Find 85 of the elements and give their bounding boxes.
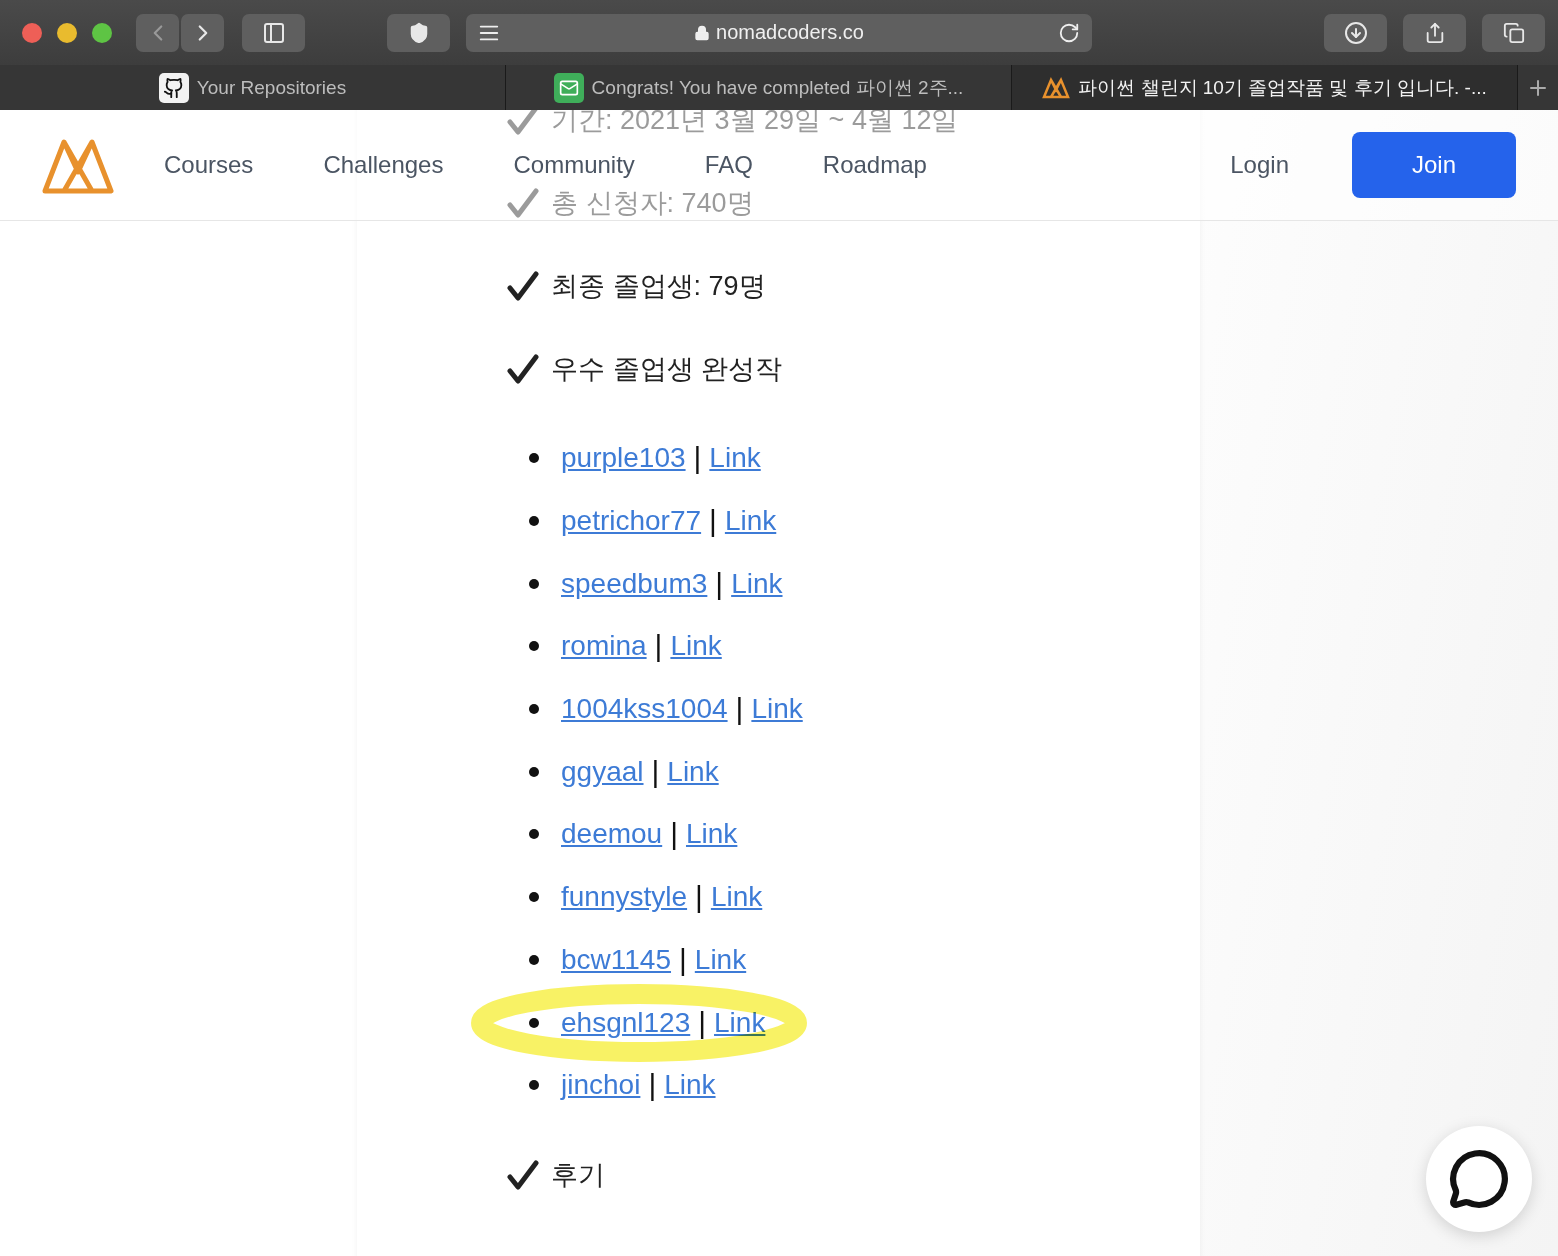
- separator-text: |: [698, 1005, 707, 1040]
- close-dot[interactable]: [22, 22, 42, 43]
- user-link[interactable]: purple103: [561, 442, 686, 475]
- check-icon: [507, 354, 539, 384]
- nav-link[interactable]: Roadmap: [822, 151, 927, 179]
- user-link[interactable]: 1004kss1004: [561, 693, 728, 726]
- chat-icon: [1448, 1148, 1510, 1210]
- project-link[interactable]: Link: [709, 442, 761, 475]
- tabs-icon: [1502, 21, 1525, 44]
- user-link[interactable]: romina: [561, 630, 647, 663]
- url-text: nomadcoders.co: [716, 21, 864, 44]
- user-link[interactable]: deemou: [561, 818, 663, 851]
- nav-link[interactable]: FAQ: [704, 151, 753, 179]
- separator-text: |: [715, 566, 724, 601]
- logo-icon: [1042, 76, 1071, 99]
- separator-text: |: [679, 942, 687, 977]
- section-heading: 총 신청자: 740명: [551, 187, 754, 220]
- separator-text: |: [648, 1068, 657, 1103]
- forward-button[interactable]: [181, 13, 224, 52]
- project-link[interactable]: Link: [664, 1069, 716, 1102]
- reload-icon[interactable]: [1058, 21, 1080, 44]
- browser-tab[interactable]: Your Repositories: [0, 65, 506, 110]
- new-tab-button[interactable]: [1518, 65, 1558, 110]
- separator-text: |: [735, 692, 744, 727]
- user-link[interactable]: ggyaal: [561, 755, 644, 788]
- bullet-dot: [529, 578, 539, 589]
- lock-icon: [694, 24, 711, 41]
- check-icon: [507, 1159, 539, 1190]
- cat-logo-icon: [158, 72, 189, 103]
- project-link[interactable]: Link: [731, 567, 783, 600]
- bullet-dot: [529, 1080, 539, 1091]
- minimize-dot[interactable]: [57, 22, 77, 43]
- back-button[interactable]: [136, 13, 179, 52]
- shield-button[interactable]: [387, 13, 450, 52]
- bullet-dot: [529, 892, 539, 903]
- user-link[interactable]: jinchoi: [561, 1069, 641, 1102]
- project-link[interactable]: Link: [710, 881, 763, 914]
- separator-text: |: [654, 629, 663, 664]
- check-icon: [507, 110, 539, 135]
- browser-tab[interactable]: 파이썬 챌린지 10기 졸업작품 및 후기 입니다. -...: [1012, 65, 1518, 110]
- bullet-dot: [529, 453, 539, 464]
- sidebar-button[interactable]: [242, 13, 305, 52]
- bullet-dot: [529, 516, 539, 527]
- project-link[interactable]: Link: [751, 693, 803, 726]
- project-link[interactable]: Link: [694, 943, 747, 976]
- check-icon: [507, 188, 539, 218]
- browser-tab[interactable]: Congrats! You have completed 파이썬 2주...: [506, 65, 1012, 110]
- bullet-dot: [529, 1017, 539, 1028]
- nav-link[interactable]: Challenges: [323, 151, 444, 179]
- bullet-dot: [529, 829, 539, 840]
- check-icon: [507, 271, 539, 301]
- separator-text: |: [693, 441, 702, 476]
- bullet-dot: [529, 766, 539, 777]
- separator-text: |: [709, 504, 717, 539]
- login-link[interactable]: Login: [1230, 151, 1289, 179]
- mail-icon: [553, 72, 584, 103]
- share-button[interactable]: [1403, 13, 1466, 52]
- download-button[interactable]: [1324, 13, 1387, 52]
- user-link[interactable]: ehsgnl123: [561, 1006, 691, 1039]
- download-icon: [1343, 20, 1368, 45]
- user-link[interactable]: petrichor77: [561, 505, 702, 538]
- separator-text: |: [651, 754, 660, 789]
- project-link[interactable]: Link: [724, 505, 777, 538]
- section-heading: 후기: [551, 1158, 605, 1192]
- separator-text: |: [695, 880, 703, 915]
- join-button[interactable]: Join: [1352, 132, 1516, 198]
- tabs-button[interactable]: [1482, 13, 1545, 52]
- bullet-dot: [529, 954, 539, 965]
- bullet-dot: [529, 641, 539, 652]
- nav-link[interactable]: Courses: [164, 151, 254, 179]
- project-link[interactable]: Link: [667, 755, 719, 788]
- nav-link[interactable]: Community: [513, 151, 635, 179]
- section-heading: 우수 졸업생 완성작: [551, 353, 782, 386]
- bullet-dot: [529, 704, 539, 715]
- project-link[interactable]: Link: [714, 1006, 766, 1039]
- address-bar[interactable]: nomadcoders.co: [466, 13, 1092, 52]
- sidebar-icon: [261, 20, 286, 45]
- section-heading: 최종 졸업생: 79명: [551, 270, 766, 303]
- project-link[interactable]: Link: [686, 818, 738, 851]
- user-link[interactable]: speedbum3: [561, 567, 708, 600]
- user-link[interactable]: bcw1145: [561, 943, 671, 976]
- project-link[interactable]: Link: [670, 630, 722, 663]
- separator-text: |: [670, 817, 678, 852]
- zoom-dot[interactable]: [92, 22, 112, 43]
- user-link[interactable]: funnystyle: [561, 881, 688, 914]
